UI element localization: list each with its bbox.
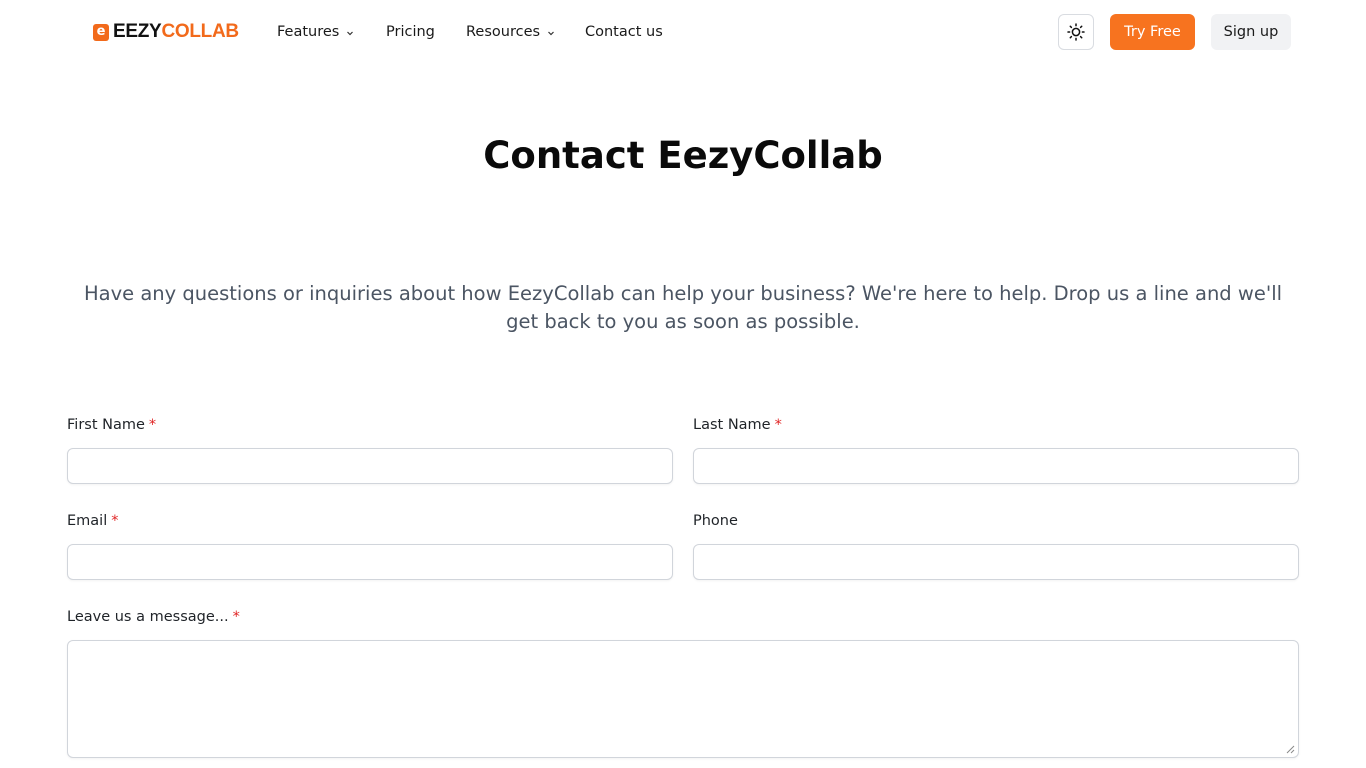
required-marker: * (232, 609, 240, 625)
last-name-label: Last Name * (693, 417, 782, 433)
logo-text: EEZYCOLLAB (113, 21, 239, 42)
try-free-button[interactable]: Try Free (1110, 14, 1195, 50)
first-name-input[interactable] (67, 448, 673, 484)
theme-toggle-button[interactable] (1058, 14, 1094, 50)
last-name-input[interactable] (693, 448, 1299, 484)
logo[interactable]: e EEZYCOLLAB (93, 22, 239, 42)
email-input[interactable] (67, 544, 673, 580)
required-marker: * (774, 417, 782, 433)
nav-item-contact-us[interactable]: Contact us (585, 21, 663, 43)
chevron-down-icon (347, 31, 354, 36)
top-navbar: e EEZYCOLLAB Features Pricing Resources … (0, 0, 1366, 64)
chevron-down-icon (548, 31, 554, 36)
required-marker: * (148, 417, 157, 433)
page-title: Contact EezyCollab (483, 134, 883, 177)
logo-icon: e (93, 23, 109, 41)
sign-up-button[interactable]: Sign up (1211, 14, 1291, 50)
first-name-label: First Name * (67, 417, 157, 433)
nav-item-resources[interactable]: Resources (466, 21, 556, 43)
email-label: Email * (67, 513, 119, 529)
resize-handle-icon[interactable] (1286, 745, 1295, 754)
page-subtitle: Have any questions or inquiries about ho… (83, 282, 1283, 333)
message-textarea[interactable] (67, 640, 1299, 758)
phone-label: Phone (693, 513, 738, 529)
phone-input[interactable] (693, 544, 1299, 580)
nav-item-features[interactable]: Features (277, 21, 355, 43)
required-marker: * (111, 513, 119, 529)
nav-item-pricing[interactable]: Pricing (386, 21, 435, 43)
sun-icon (1067, 23, 1085, 41)
message-label: Leave us a message... * (67, 609, 240, 625)
